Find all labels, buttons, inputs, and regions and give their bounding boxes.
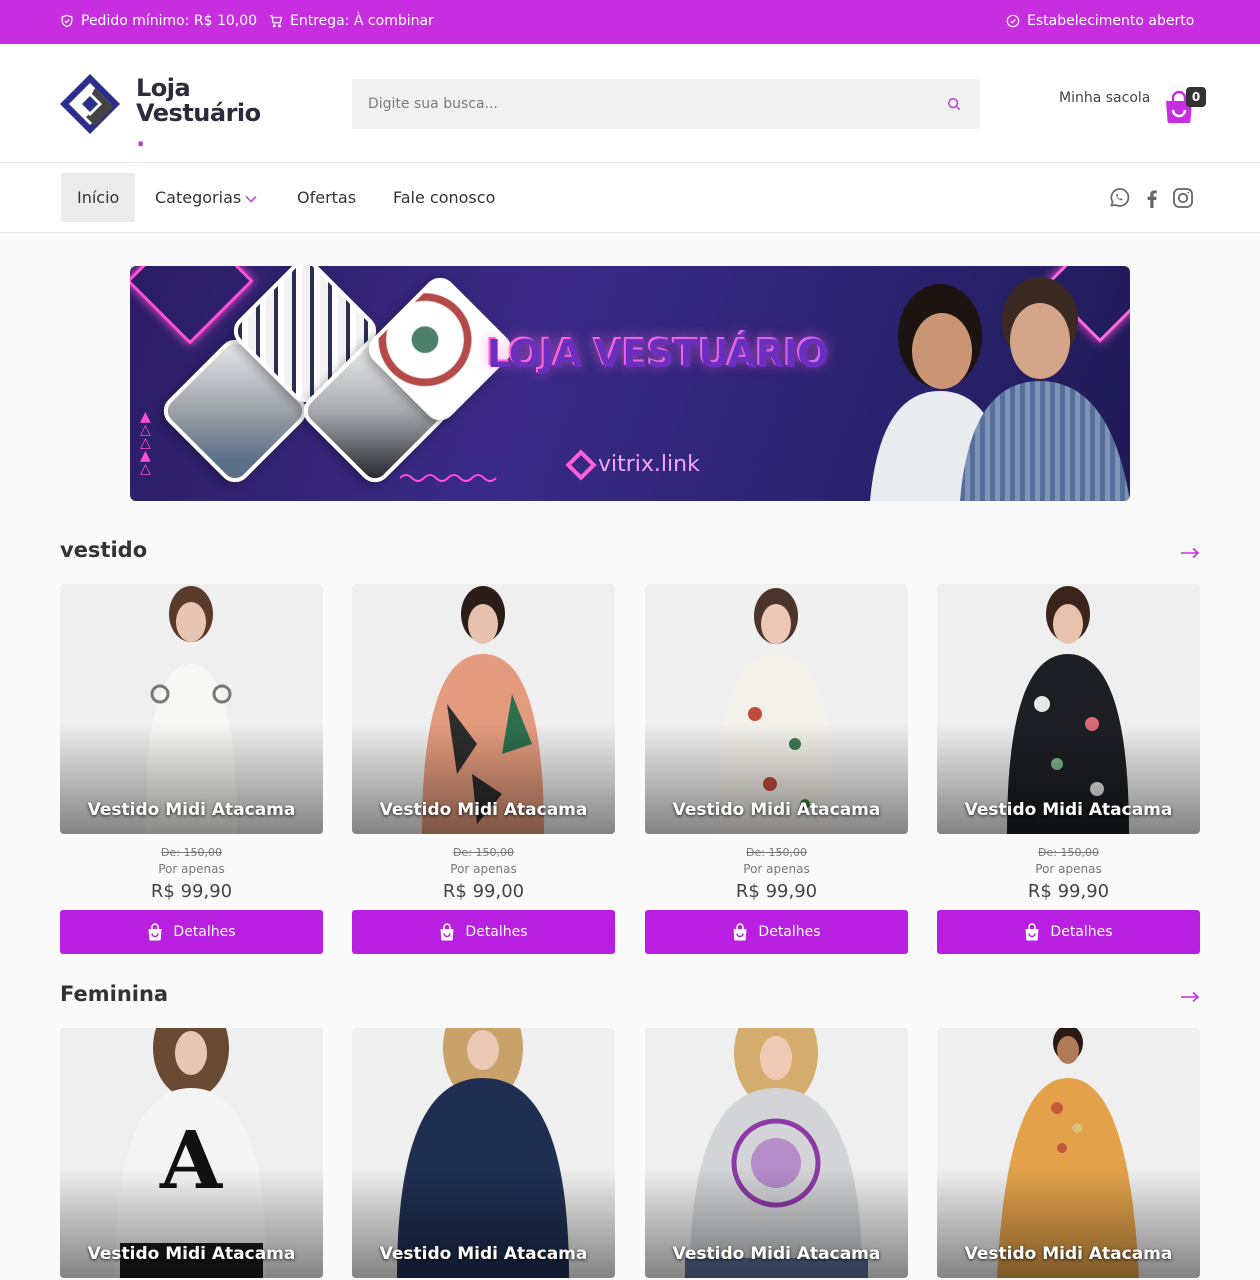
- facebook-icon[interactable]: [1141, 187, 1163, 209]
- product-name: Vestido Midi Atacama: [964, 800, 1173, 820]
- logo-text: Loja Vestuário .: [136, 76, 261, 151]
- product-image[interactable]: [937, 1028, 1200, 1278]
- store-status: Estabelecimento aberto: [1006, 13, 1194, 29]
- search-input[interactable]: [352, 79, 980, 129]
- product-name: Vestido Midi Atacama: [964, 1244, 1173, 1264]
- logo-line-1: Loja: [136, 74, 191, 102]
- section-title-vestido: vestido: [60, 538, 148, 562]
- product-image[interactable]: [645, 584, 908, 834]
- store-logo[interactable]: Loja Vestuário .: [60, 74, 261, 151]
- banner-wave-decoration: [400, 474, 497, 482]
- old-price: De: 150,00: [746, 846, 807, 859]
- price-label: Por apenas: [450, 862, 517, 876]
- min-order-info: Pedido mínimo: R$ 10,00: [60, 13, 257, 29]
- main-nav: Início Categorias Ofertas Fale conosco: [0, 163, 1260, 233]
- vitrix-logo-icon: [565, 448, 597, 481]
- banner-title: LOJA VESTUÁRIO: [485, 330, 827, 374]
- shield-icon: [61, 14, 73, 28]
- arrow-right-icon[interactable]: [1180, 991, 1200, 1003]
- min-order-text: Pedido mínimo: R$ 10,00: [81, 13, 258, 29]
- delivery-text: Entrega: À combinar: [290, 13, 434, 29]
- shopping-bag-icon: [1025, 923, 1039, 941]
- details-button-label: Detalhes: [465, 924, 528, 940]
- details-button-label: Detalhes: [758, 924, 821, 940]
- top-info-bar: Pedido mínimo: R$ 10,00 Entrega: À combi…: [0, 0, 1260, 44]
- price-label: Por apenas: [743, 862, 810, 876]
- shopping-bag[interactable]: Minha sacola 0: [1059, 87, 1206, 123]
- product-image[interactable]: [937, 584, 1200, 834]
- logo-line-2: Vestuário: [136, 99, 261, 127]
- product-image[interactable]: [60, 584, 323, 834]
- price-label: Por apenas: [1035, 862, 1102, 876]
- section-title-feminina: Feminina: [60, 982, 169, 1006]
- store-status-text: Estabelecimento aberto: [1027, 13, 1195, 29]
- product-name: Vestido Midi Atacama: [672, 800, 881, 820]
- details-button-label: Detalhes: [173, 924, 236, 940]
- promo-banner[interactable]: ▲ △ △ ▲ △ LOJA VESTUÁRIO vitrix.link: [130, 266, 1130, 501]
- product-image[interactable]: A: [60, 1028, 323, 1278]
- bag-count-badge: 0: [1186, 87, 1206, 107]
- cart-icon: [269, 15, 283, 28]
- banner-triangles: ▲ △ △ ▲ △: [140, 409, 151, 477]
- banner-brand-text: vitrix.link: [598, 452, 700, 477]
- product-image[interactable]: [645, 1028, 908, 1278]
- product-name: Vestido Midi Atacama: [87, 1244, 296, 1264]
- shopping-bag-icon: [440, 923, 454, 941]
- product-image[interactable]: [352, 584, 615, 834]
- price-label: Por apenas: [158, 862, 225, 876]
- nav-item-ofertas[interactable]: Ofertas: [297, 173, 356, 222]
- shopping-bag-icon: [733, 923, 747, 941]
- details-button[interactable]: Detalhes: [60, 910, 323, 954]
- nav-item-fale-conosco[interactable]: Fale conosco: [393, 173, 495, 222]
- product-name: Vestido Midi Atacama: [87, 800, 296, 820]
- site-header: Loja Vestuário . Minha sacola 0: [0, 44, 1260, 163]
- details-button[interactable]: Detalhes: [645, 910, 908, 954]
- search-icon[interactable]: [947, 97, 961, 111]
- details-button[interactable]: Detalhes: [937, 910, 1200, 954]
- delivery-info: Entrega: À combinar: [269, 13, 434, 29]
- check-circle-icon: [1006, 14, 1020, 28]
- banner-models-photo: [870, 277, 1130, 501]
- old-price: De: 150,00: [161, 846, 222, 859]
- product-price: R$ 99,00: [442, 881, 525, 902]
- search-box: [352, 79, 980, 129]
- nav-item-categorias[interactable]: Categorias: [155, 173, 257, 222]
- product-price: R$ 99,90: [1027, 881, 1110, 902]
- instagram-icon[interactable]: [1172, 187, 1194, 209]
- product-name: Vestido Midi Atacama: [379, 800, 588, 820]
- product-price: R$ 99,90: [735, 881, 818, 902]
- banner-brand: vitrix.link: [565, 448, 700, 481]
- product-image[interactable]: [352, 1028, 615, 1278]
- logo-dot: .: [136, 124, 145, 152]
- nav-item-categorias-label: Categorias: [155, 188, 242, 207]
- chevron-down-icon: [245, 196, 257, 203]
- product-name: Vestido Midi Atacama: [672, 1244, 881, 1264]
- arrow-right-icon[interactable]: [1180, 547, 1200, 559]
- old-price: De: 150,00: [1038, 846, 1099, 859]
- whatsapp-icon[interactable]: [1108, 187, 1130, 209]
- product-name: Vestido Midi Atacama: [379, 1244, 588, 1264]
- shopping-bag-icon: [148, 923, 162, 941]
- product-price: R$ 99,90: [150, 881, 233, 902]
- details-button-label: Detalhes: [1050, 924, 1113, 940]
- old-price: De: 150,00: [453, 846, 514, 859]
- nav-item-inicio[interactable]: Início: [61, 173, 136, 222]
- logo-diamond-icon: [60, 74, 120, 134]
- details-button[interactable]: Detalhes: [352, 910, 615, 954]
- bag-label: Minha sacola: [1059, 90, 1151, 106]
